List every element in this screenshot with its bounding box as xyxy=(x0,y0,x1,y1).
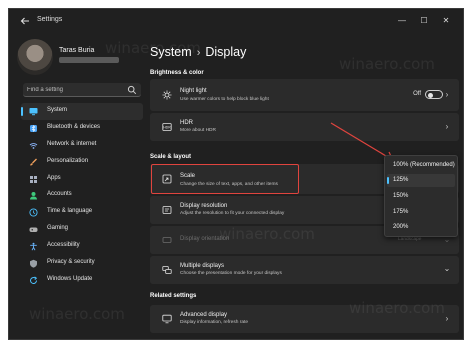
scale-option-label: 175% xyxy=(393,209,409,215)
scale-option-label: 200% xyxy=(393,224,409,230)
sidebar-item-gaming[interactable]: Gaming xyxy=(21,221,143,238)
sidebar-item-label: Personalization xyxy=(47,157,89,164)
watermark: winaero.com xyxy=(219,225,315,243)
sidebar-item-label: Gaming xyxy=(47,225,69,232)
sidebar-item-label: Accessibility xyxy=(47,242,80,249)
search-box[interactable] xyxy=(23,83,141,97)
multiple-displays-subtitle: Choose the presentation mode for your di… xyxy=(180,271,282,276)
sidebar-item-label: Accounts xyxy=(47,191,72,198)
apps-icon xyxy=(30,175,37,183)
search-input[interactable] xyxy=(27,85,123,95)
profile-name: Taras Buria xyxy=(59,47,95,54)
svg-text:HDR: HDR xyxy=(163,126,171,130)
sun-icon xyxy=(162,90,172,100)
multiple-displays-title: Multiple displays xyxy=(180,263,225,269)
sidebar-item-bluetooth[interactable]: Bluetooth & devices xyxy=(21,120,143,137)
arrow-left-icon xyxy=(20,17,29,25)
person-icon xyxy=(30,192,37,200)
section-title-brightness: Brightness & color xyxy=(150,70,204,76)
close-button[interactable]: ✕ xyxy=(439,13,453,27)
section-title-scale-layout: Scale & layout xyxy=(150,154,192,160)
minimize-button[interactable]: — xyxy=(395,13,409,27)
annotation-highlight-box xyxy=(151,164,299,194)
chevron-down-icon: ⌄ xyxy=(443,235,451,244)
night-light-toggle[interactable] xyxy=(425,90,443,99)
sidebar-item-label: Apps xyxy=(47,174,61,181)
multiple-displays-icon xyxy=(162,266,172,274)
title-bar: Settings — ☐ ✕ xyxy=(9,9,463,33)
night-light-subtitle: Use warmer colors to help block blue lig… xyxy=(180,97,269,102)
multiple-displays-card[interactable]: Multiple displays Choose the presentatio… xyxy=(150,256,459,284)
scale-option-selected[interactable]: 125% xyxy=(387,174,455,187)
watermark: winaero.com xyxy=(349,299,445,317)
back-button[interactable] xyxy=(19,15,31,27)
shield-icon xyxy=(30,259,37,268)
scale-option-label: 150% xyxy=(393,193,409,199)
sidebar-item-apps[interactable]: Apps xyxy=(21,171,143,188)
globe-clock-icon xyxy=(29,208,38,217)
chevron-right-icon: › xyxy=(445,90,449,99)
scale-option[interactable]: 175% xyxy=(387,206,455,219)
wifi-icon xyxy=(29,142,38,149)
watermark: winaero.com xyxy=(339,55,435,73)
gamepad-icon xyxy=(29,227,38,233)
hdr-card[interactable]: HDR HDR More about HDR › xyxy=(150,113,459,141)
brush-icon xyxy=(30,158,37,166)
hdr-subtitle: More about HDR xyxy=(180,128,216,133)
night-light-card[interactable]: Night light Use warmer colors to help bl… xyxy=(150,79,459,111)
sidebar-item-time-language[interactable]: Time & language xyxy=(21,204,143,221)
monitor-icon xyxy=(162,314,172,324)
hdr-icon: HDR xyxy=(162,123,172,131)
watermark: winaero.com xyxy=(29,305,125,323)
orientation-value: Landscape xyxy=(398,237,422,242)
resolution-icon xyxy=(162,206,172,214)
sidebar-item-label: System xyxy=(47,107,68,113)
section-title-related: Related settings xyxy=(150,293,197,299)
page-title: Display xyxy=(205,45,247,59)
night-light-state: Off xyxy=(413,91,421,97)
sidebar-item-system[interactable]: System xyxy=(21,103,143,120)
sidebar-item-label: Time & language xyxy=(47,208,93,215)
sidebar-item-label: Windows Update xyxy=(47,275,93,282)
advanced-display-title: Advanced display xyxy=(180,312,228,318)
sidebar-item-personalization[interactable]: Personalization xyxy=(21,154,143,171)
hdr-title: HDR xyxy=(180,120,193,126)
sidebar-item-label: Network & internet xyxy=(47,140,97,147)
accessibility-icon xyxy=(30,242,37,251)
sidebar-item-label: Bluetooth & devices xyxy=(47,123,101,130)
chevron-right-icon: › xyxy=(445,122,449,131)
monitor-icon xyxy=(29,108,38,116)
sidebar-nav: System Bluetooth & devices Network & int… xyxy=(21,103,143,289)
sidebar-item-accounts[interactable]: Accounts xyxy=(21,187,143,204)
sidebar-item-privacy[interactable]: Privacy & security xyxy=(21,255,143,272)
window-title: Settings xyxy=(37,16,63,23)
settings-window: Settings — ☐ ✕ Taras Buria System Blueto… xyxy=(8,8,464,340)
scale-option-label: 100% (Recommended) xyxy=(393,162,455,168)
bluetooth-icon xyxy=(30,124,37,132)
night-light-title: Night light xyxy=(180,88,207,94)
scale-option[interactable]: 150% xyxy=(387,190,455,203)
sidebar-item-windows-update[interactable]: Windows Update xyxy=(21,272,143,289)
resolution-title: Display resolution xyxy=(180,203,228,209)
sidebar-item-label: Privacy & security xyxy=(47,259,95,266)
scale-option[interactable]: 100% (Recommended) xyxy=(387,159,455,172)
scale-dropdown: 100% (Recommended) 125% 150% 175% 200% xyxy=(384,155,458,237)
toggle-knob xyxy=(428,92,433,98)
sidebar-item-network[interactable]: Network & internet xyxy=(21,137,143,154)
profile-email-redacted xyxy=(59,57,119,63)
advanced-display-subtitle: Display information, refresh rate xyxy=(180,320,248,325)
search-icon xyxy=(127,85,137,95)
scale-option-label: 125% xyxy=(393,177,409,183)
watermark: winaero.com xyxy=(105,39,201,57)
refresh-icon xyxy=(30,276,38,284)
chevron-down-icon: ⌄ xyxy=(443,264,451,273)
resolution-subtitle: Adjust the resolution to fit your connec… xyxy=(180,211,285,216)
maximize-button[interactable]: ☐ xyxy=(417,13,431,27)
sidebar-item-accessibility[interactable]: Accessibility xyxy=(21,238,143,255)
scale-option[interactable]: 200% xyxy=(387,221,455,234)
screenshot-frame: Settings — ☐ ✕ Taras Buria System Blueto… xyxy=(0,0,474,348)
avatar xyxy=(17,39,53,75)
orientation-icon xyxy=(162,237,172,243)
